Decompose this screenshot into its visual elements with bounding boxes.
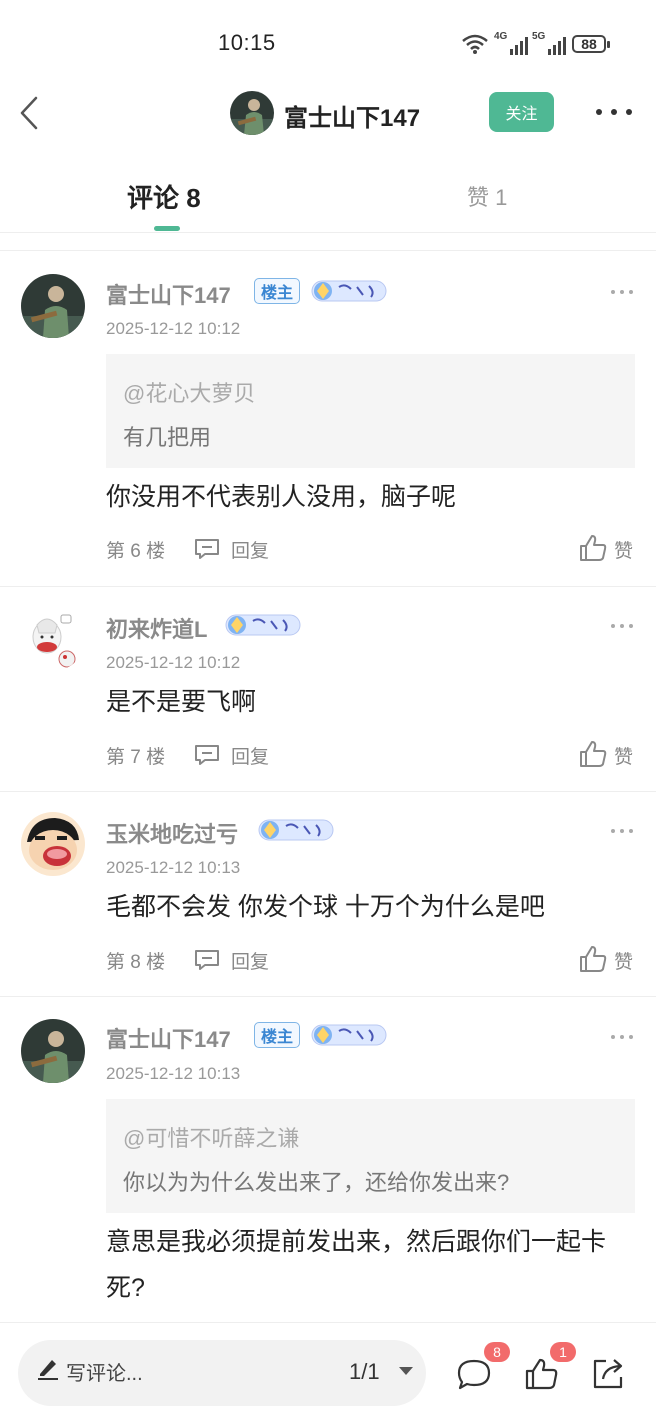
tab-bar: 评论 8 赞 1 (0, 160, 656, 233)
avatar[interactable] (21, 1019, 85, 1083)
comment-username[interactable]: 富士山下147 (106, 1022, 231, 1054)
bottom-bar: 写评论... 1/1 8 1 (0, 1322, 656, 1425)
comment-item: 富士山下147 楼主 2025-12-12 10:12 @花心大萝贝 有几把用 … (0, 252, 656, 586)
level-badge-icon (311, 1024, 387, 1046)
avatar[interactable] (21, 812, 85, 876)
avatar[interactable] (230, 91, 274, 135)
reply-icon[interactable] (193, 948, 221, 972)
comment-text: 是不是要飞啊 (106, 688, 257, 716)
floor-label: 第 7 楼 (106, 747, 166, 768)
quoted-username: @可惜不听薛之谦 (123, 1126, 300, 1151)
comment-date: 2025-12-12 10:12 (106, 319, 241, 338)
back-button[interactable] (14, 90, 54, 136)
floor-label: 第 6 楼 (106, 541, 166, 562)
thumbs-up-icon[interactable] (523, 1356, 559, 1392)
floor-label: 第 8 楼 (106, 952, 166, 973)
comment-more-button[interactable] (611, 288, 633, 296)
page-title: 富士山下147 (284, 105, 421, 132)
comment-more-button[interactable] (611, 827, 633, 835)
owner-badge: 楼主 (254, 1022, 301, 1048)
follow-button[interactable]: 关注 (489, 92, 554, 132)
status-icons: 4G 5G 88 (460, 30, 610, 58)
comment-more-button[interactable] (611, 1033, 633, 1041)
comment-date: 2025-12-12 10:13 (106, 858, 241, 877)
top-bar: 富士山下147 关注 (0, 88, 656, 138)
comment-item: 初来炸道L 2025-12-12 10:12 是不是要飞啊 第 7 楼 回复 赞 (0, 587, 656, 791)
status-bar: 10:15 4G 5G 88 (0, 0, 656, 88)
avatar[interactable] (21, 274, 85, 338)
signal-icon-2: 5G (532, 31, 566, 55)
chevron-left-icon (20, 96, 38, 130)
thumbs-up-icon[interactable] (578, 739, 608, 769)
divider (0, 250, 656, 251)
quoted-comment[interactable]: @花心大萝贝 有几把用 (106, 354, 635, 468)
comment-username[interactable]: 玉米地吃过亏 (106, 817, 238, 849)
wifi-icon (462, 34, 488, 54)
comment-count-badge: 8 (484, 1342, 510, 1362)
caret-down-icon[interactable] (399, 1367, 413, 1375)
tab-likes[interactable]: 赞 1 (467, 180, 507, 212)
comment-item: 玉米地吃过亏 2025-12-12 10:13 毛都不会发 你发个球 十万个为什… (0, 792, 656, 996)
thumbs-up-icon[interactable] (578, 944, 608, 974)
comment-text: 意思是我必须提前发出来，然后跟你们一起卡死? (106, 1228, 607, 1302)
pencil-icon (38, 1360, 58, 1380)
share-icon[interactable] (590, 1355, 626, 1391)
network-label-2: 5G (532, 31, 546, 42)
comment-text: 你没用不代表别人没用，脑子呢 (106, 483, 457, 511)
tab-active-indicator (154, 226, 180, 231)
thumbs-up-icon[interactable] (578, 533, 608, 563)
reply-button[interactable]: 回复 (231, 536, 269, 563)
quoted-text: 有几把用 (123, 425, 212, 450)
owner-badge: 楼主 (254, 278, 301, 304)
comment-item: 富士山下147 楼主 2025-12-12 10:13 @可惜不听薛之谦 你以为… (0, 997, 656, 1322)
like-button[interactable]: 赞 (614, 947, 633, 974)
reply-icon[interactable] (193, 743, 221, 767)
more-options-button[interactable] (596, 98, 632, 126)
signal-icon: 4G (494, 31, 528, 55)
like-button[interactable]: 赞 (614, 536, 633, 563)
comment-username[interactable]: 富士山下147 (106, 278, 231, 310)
level-badge-icon (311, 280, 387, 302)
tab-comments[interactable]: 评论 8 (127, 178, 201, 215)
avatar[interactable] (21, 607, 85, 671)
reply-button[interactable]: 回复 (231, 742, 269, 769)
comment-text: 毛都不会发 你发个球 十万个为什么是吧 (106, 893, 545, 921)
write-comment-placeholder[interactable]: 写评论... (66, 1357, 143, 1386)
comment-date: 2025-12-12 10:12 (106, 653, 241, 672)
network-label: 4G (494, 31, 508, 42)
reply-button[interactable]: 回复 (231, 947, 269, 974)
comment-username[interactable]: 初来炸道L (106, 612, 207, 644)
battery-icon: 88 (572, 35, 610, 53)
reply-icon[interactable] (193, 537, 221, 561)
quoted-text: 你以为为什么发出来了，还给你发出来? (123, 1170, 510, 1195)
status-time: 10:15 (218, 30, 276, 55)
quoted-username: @花心大萝贝 (123, 381, 256, 406)
battery-level: 88 (581, 36, 597, 52)
quoted-comment[interactable]: @可惜不听薛之谦 你以为为什么发出来了，还给你发出来? (106, 1099, 635, 1213)
comment-more-button[interactable] (611, 622, 633, 630)
like-button[interactable]: 赞 (614, 742, 633, 769)
comment-date: 2025-12-12 10:13 (106, 1064, 241, 1083)
comment-bubble-icon[interactable] (456, 1357, 492, 1393)
page-indicator[interactable]: 1/1 (349, 1359, 380, 1385)
level-badge-icon (258, 819, 334, 841)
like-count-badge: 1 (550, 1342, 576, 1362)
level-badge-icon (225, 614, 301, 636)
